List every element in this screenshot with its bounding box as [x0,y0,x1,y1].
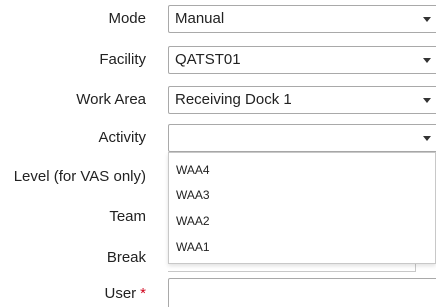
required-asterisk: * [140,285,146,302]
work-area-select[interactable]: Receiving Dock 1 [168,86,436,114]
hidden-select-edge [168,271,416,272]
activity-option[interactable]: WAA3 [176,188,210,202]
chevron-down-icon [423,98,431,103]
facility-select[interactable]: QATST01 [168,46,436,74]
mode-select-value: Manual [175,10,225,27]
work-area-label: Work Area [76,91,146,108]
team-label: Team [109,208,146,225]
activity-dropdown-list: WAA4 WAA3 WAA2 WAA1 [168,152,436,264]
activity-label: Activity [98,129,146,146]
activity-option[interactable]: WAA4 [176,163,210,177]
user-label-text: User [104,285,137,302]
level-label: Level (for VAS only) [13,168,146,185]
user-input[interactable] [168,278,436,307]
activity-option[interactable]: WAA1 [176,240,210,254]
facility-select-value: QATST01 [175,51,241,68]
chevron-down-icon [423,136,431,141]
activity-select[interactable] [168,124,436,152]
work-assignment-form: Mode Manual Facility QATST01 Work Area R… [0,0,436,307]
mode-label: Mode [108,10,146,27]
work-area-select-value: Receiving Dock 1 [175,91,292,108]
chevron-down-icon [423,17,431,22]
facility-label: Facility [99,51,146,68]
user-label: User * [104,285,146,303]
mode-select[interactable]: Manual [168,5,436,33]
chevron-down-icon [423,58,431,63]
break-label: Break [106,249,146,266]
activity-option[interactable]: WAA2 [176,214,210,228]
